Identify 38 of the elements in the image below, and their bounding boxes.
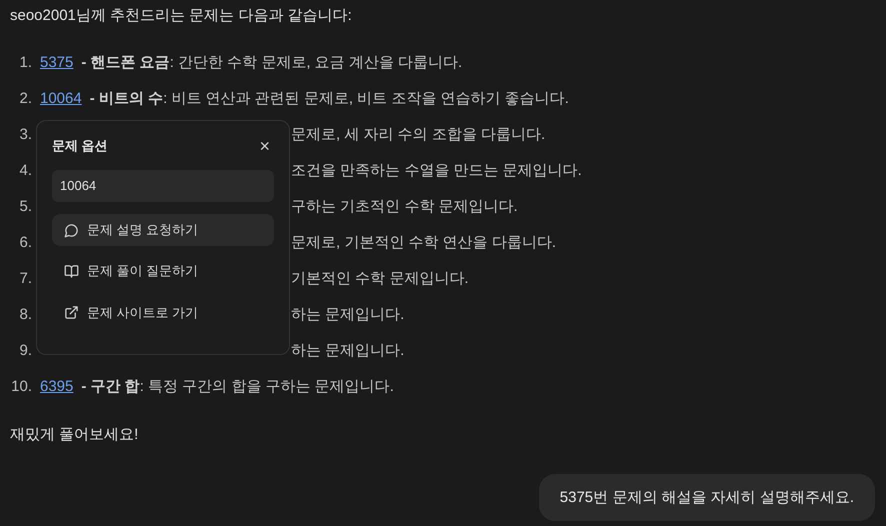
list-number: 2. — [18, 89, 32, 109]
list-number: 9. — [18, 341, 32, 361]
problem-description: 하는 문제입니다. — [291, 341, 404, 361]
list-number: 3. — [18, 125, 32, 145]
problem-description: : 비트 연산과 관련된 문제로, 비트 조작을 연습하기 좋습니다. — [163, 89, 569, 109]
option-item[interactable]: 문제 사이트로 가기 — [52, 296, 274, 329]
list-number: 1. — [18, 53, 32, 73]
problem-description: 하는 문제입니다. — [291, 305, 404, 325]
problem-link[interactable]: 6395 — [40, 377, 74, 397]
problem-link[interactable]: 10064 — [40, 89, 82, 109]
external-link-icon — [64, 305, 79, 320]
closing-text: 재밌게 풀어보세요! — [10, 425, 140, 445]
problem-title: - 비트의 수 — [90, 89, 164, 109]
problem-title: - 핸드폰 요금 — [81, 53, 170, 73]
intro-text: seoo2001님께 추천드리는 문제는 다음과 같습니다: — [10, 6, 353, 26]
problem-description: 문제로, 기본적인 수학 연산을 다룹니다. — [291, 233, 556, 253]
list-number: 7. — [18, 269, 32, 289]
problem-id-field[interactable]: 10064 — [52, 170, 274, 202]
book-icon — [64, 264, 79, 279]
problem-description: 기본적인 수학 문제입니다. — [291, 269, 469, 289]
problem-title: - 구간 합 — [81, 377, 140, 397]
popup-title: 문제 옵션 — [52, 137, 108, 156]
option-item[interactable]: 문제 설명 요청하기 — [52, 214, 274, 246]
list-number: 10. — [10, 377, 32, 397]
close-button[interactable]: × — [259, 137, 270, 156]
problem-description: 문제로, 세 자리 수의 조합을 다룹니다. — [291, 125, 546, 145]
chat-bubble-icon — [64, 222, 79, 238]
list-number: 4. — [18, 161, 32, 181]
problem-description: : 간단한 수학 문제로, 요금 계산을 다룹니다. — [170, 53, 462, 73]
user-message: 5375번 문제의 해설을 자세히 설명해주세요. — [538, 474, 875, 521]
problem-description: 구하는 기초적인 수학 문제입니다. — [291, 197, 518, 217]
problem-link[interactable]: 5375 — [40, 53, 74, 73]
problem-description: 조건을 만족하는 수열을 만드는 문제입니다. — [291, 161, 582, 181]
option-item[interactable]: 문제 풀이 질문하기 — [52, 255, 274, 288]
list-number: 5. — [18, 197, 32, 217]
problem-description: : 특정 구간의 합을 구하는 문제입니다. — [140, 377, 394, 397]
list-number: 8. — [18, 305, 32, 325]
list-number: 6. — [18, 233, 32, 253]
